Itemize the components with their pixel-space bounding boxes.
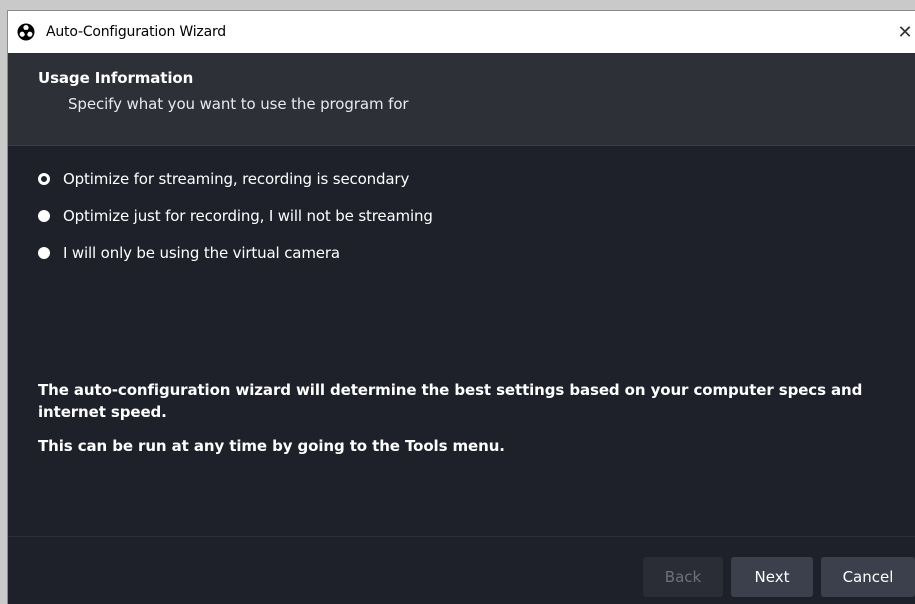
cancel-button[interactable]: Cancel [821, 557, 915, 597]
close-icon[interactable]: ✕ [895, 11, 915, 53]
radio-button[interactable] [38, 247, 50, 259]
page-subtitle: Specify what you want to use the program… [68, 95, 409, 113]
footer-divider [8, 536, 915, 537]
page-title: Usage Information [38, 69, 194, 87]
option-virtual-camera[interactable]: I will only be using the virtual camera [38, 242, 433, 264]
radio-button-selected[interactable] [38, 173, 50, 185]
info-line-2: This can be run at any time by going to … [38, 437, 505, 455]
back-button[interactable]: Back [643, 557, 723, 597]
info-line-1: The auto-configuration wizard will deter… [38, 381, 863, 421]
title-bar: Auto-Configuration Wizard ✕ [8, 11, 915, 53]
radio-button[interactable] [38, 210, 50, 222]
option-label: Optimize just for recording, I will not … [63, 207, 433, 225]
option-streaming[interactable]: Optimize for streaming, recording is sec… [38, 168, 433, 190]
wizard-header: Usage Information Specify what you want … [8, 53, 915, 146]
usage-options: Optimize for streaming, recording is sec… [38, 168, 433, 279]
info-text: The auto-configuration wizard will deter… [38, 379, 903, 469]
obs-logo-icon [17, 23, 35, 41]
next-button[interactable]: Next [731, 557, 813, 597]
window-title: Auto-Configuration Wizard [46, 24, 226, 40]
option-recording[interactable]: Optimize just for recording, I will not … [38, 205, 433, 227]
option-label: Optimize for streaming, recording is sec… [63, 170, 410, 188]
option-label: I will only be using the virtual camera [63, 244, 340, 262]
wizard-window: Auto-Configuration Wizard ✕ Usage Inform… [7, 10, 915, 604]
wizard-buttons: Back Next Cancel [643, 557, 915, 597]
